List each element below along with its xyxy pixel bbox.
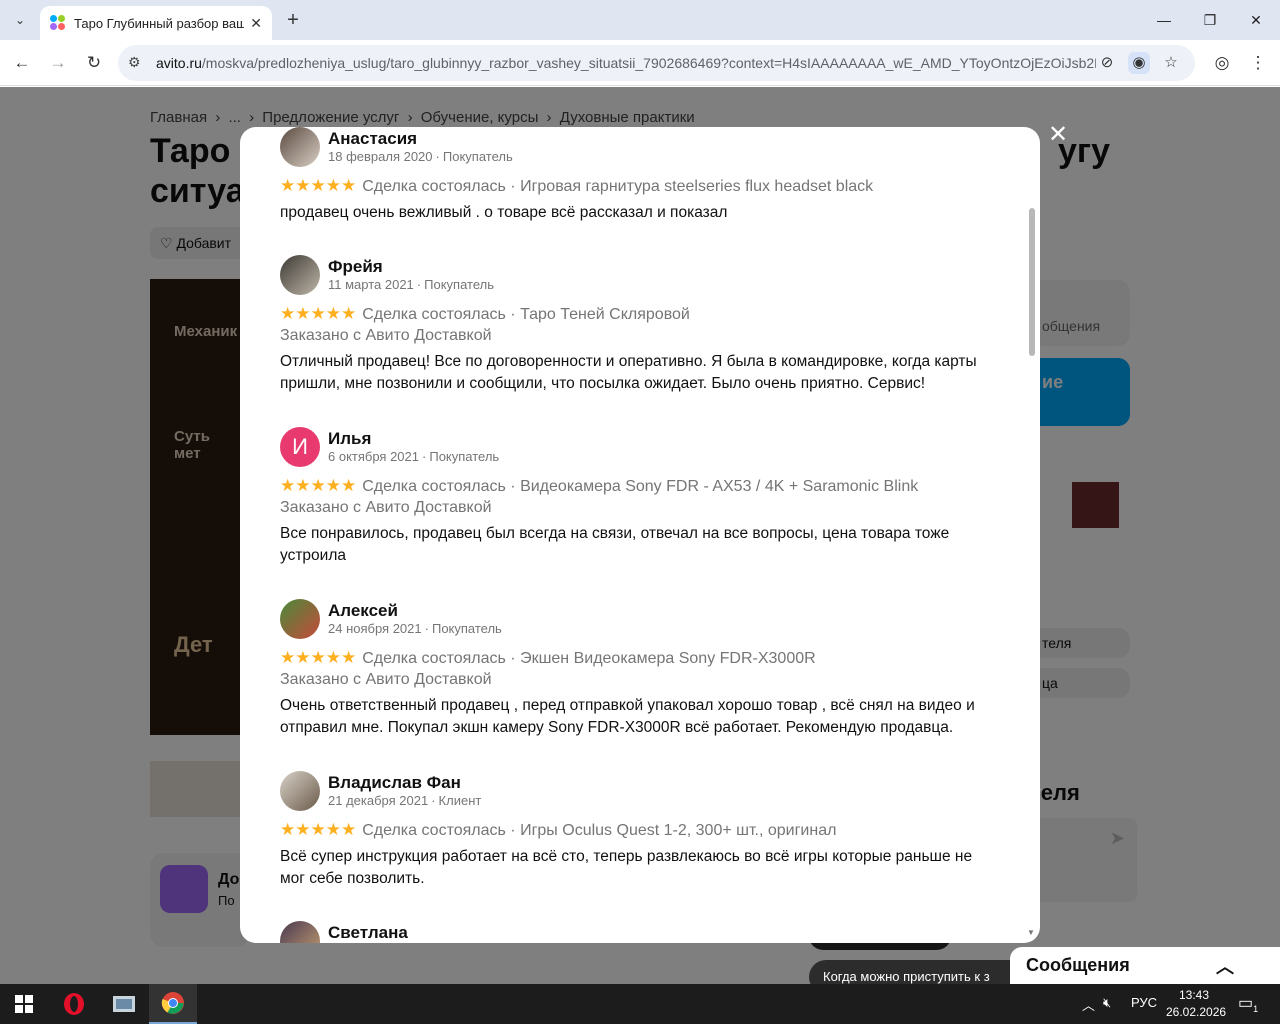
lens-icon[interactable]: ◉: [1128, 52, 1150, 74]
back-icon[interactable]: ←: [10, 51, 34, 75]
avatar[interactable]: [280, 599, 320, 639]
reviewer-name[interactable]: Алексей: [328, 601, 398, 621]
tab-search-chevron-icon[interactable]: ⌄: [8, 8, 32, 32]
file-explorer-icon[interactable]: [100, 984, 148, 1024]
rating-stars-icon: ★★★★★: [280, 820, 357, 839]
reviewer-name[interactable]: Фрейя: [328, 257, 383, 277]
tab-strip: ⌄ Таро Глубинный разбор ваше ✕ + — ❐ ✕: [0, 0, 1280, 40]
review-text: Все понравилось, продавец был всегда на …: [280, 525, 950, 564]
rating-stars-icon: ★★★★★: [280, 176, 357, 195]
review-meta: 18 февраля 2020 · Покупатель: [328, 149, 513, 164]
avatar[interactable]: [280, 255, 320, 295]
review-text: Отличный продавец! Все по договоренности…: [280, 353, 977, 392]
restore-icon[interactable]: ❐: [1192, 8, 1228, 32]
review-meta: 24 ноября 2021 · Покупатель: [328, 621, 502, 636]
review-rating: ★★★★★ Сделка состоялась · Экшен Видеокаме…: [280, 648, 816, 667]
review-text: Всё супер инструкция работает на всё сто…: [280, 848, 973, 887]
review-text: продавец очень вежливый . о товаре всё р…: [280, 204, 728, 221]
browser-toolbar: ← → ↻ ⚙ avito.ru/moskva/predlozheniya_us…: [0, 40, 1280, 86]
forward-icon[interactable]: →: [46, 51, 70, 75]
scrollbar-thumb[interactable]: [1029, 208, 1035, 356]
reviewer-name[interactable]: Анастасия: [328, 129, 417, 149]
review-item: Светлана: [280, 921, 1000, 943]
address-bar[interactable]: ⚙ avito.ru/moskva/predlozheniya_uslug/ta…: [118, 45, 1195, 81]
review-meta: 21 декабря 2021 · Клиент: [328, 793, 482, 808]
reviews-modal: Анастасия 18 февраля 2020 · Покупатель ★★★…: [240, 127, 1040, 943]
chrome-icon[interactable]: [149, 984, 197, 1024]
menu-dots-icon[interactable]: ⋮: [1246, 51, 1270, 75]
review-meta: 11 марта 2021 · Покупатель: [328, 277, 494, 292]
delivery-label: Заказано с Авито Доставкой: [280, 327, 492, 344]
start-windows-icon[interactable]: [0, 984, 48, 1024]
url-text[interactable]: avito.ru/moskva/predlozheniya_uslug/taro…: [156, 55, 1096, 71]
notifications-icon[interactable]: ▭1: [1238, 993, 1258, 1014]
review-rating: ★★★★★ Сделка состоялась · Игровая гарниту…: [280, 176, 874, 195]
delivery-label: Заказано с Авито Доставкой: [280, 499, 492, 516]
scroll-down-icon[interactable]: ▼: [1027, 928, 1035, 937]
volume-muted-icon[interactable]: 🔇︎: [1103, 995, 1111, 1011]
reload-icon[interactable]: ↻: [82, 51, 106, 75]
tray-chevron-icon[interactable]: ︿: [1082, 995, 1095, 1014]
taskbar: ︿ 🔇︎ РУС 13:43 26.02.2026 ▭1: [0, 984, 1280, 1024]
language-indicator[interactable]: РУС: [1131, 995, 1157, 1010]
avito-favicon-icon: [50, 15, 66, 31]
rating-stars-icon: ★★★★★: [280, 304, 357, 323]
review-rating: ★★★★★ Сделка состоялась · Таро Теней Скля…: [280, 304, 690, 323]
rating-stars-icon: ★★★★★: [280, 648, 357, 667]
reviewer-name[interactable]: Владислав Фан: [328, 773, 461, 793]
review-item: И Илья 6 октября 2021 · Покупатель ★★★★★ Сд…: [280, 427, 1000, 577]
tab-close-icon[interactable]: ✕: [250, 15, 262, 32]
eye-off-icon[interactable]: ⊘: [1096, 52, 1118, 74]
reviewer-name[interactable]: Илья: [328, 429, 371, 449]
windows-activation-watermark: Активация W Чтобы активиро раздел "Парам…: [925, 786, 1041, 850]
review-item: Фрейя 11 марта 2021 · Покупатель ★★★★★ Сдел…: [280, 255, 1000, 405]
reviewer-name[interactable]: Светлана: [328, 923, 408, 943]
messages-panel[interactable]: Сообщения ︿: [1010, 947, 1280, 984]
close-window-icon[interactable]: ✕: [1238, 8, 1274, 32]
avatar[interactable]: [280, 921, 320, 943]
clock[interactable]: 13:43 26.02.2026: [1166, 987, 1226, 1021]
bookmark-star-icon[interactable]: ☆: [1160, 52, 1182, 74]
tab-title: Таро Глубинный разбор ваше: [74, 15, 245, 31]
rating-stars-icon: ★★★★★: [280, 476, 357, 495]
close-modal-icon[interactable]: ✕: [1046, 123, 1070, 148]
browser-tab[interactable]: Таро Глубинный разбор ваше ✕: [40, 6, 272, 40]
avatar[interactable]: [280, 771, 320, 811]
minimize-icon[interactable]: —: [1146, 8, 1182, 32]
delivery-label: Заказано с Авито Доставкой: [280, 671, 492, 688]
opera-icon[interactable]: [50, 984, 98, 1024]
site-info-icon[interactable]: ⚙: [128, 54, 141, 71]
review-rating: ★★★★★ Сделка состоялась · Игры Oculus Que…: [280, 820, 837, 839]
review-meta: 6 октября 2021 · Покупатель: [328, 449, 500, 464]
review-text: Очень ответственный продавец , перед отп…: [280, 697, 975, 736]
review-item: Владислав Фан 21 декабря 2021 · Клиент ★★★…: [280, 771, 1000, 901]
avatar[interactable]: [280, 127, 320, 167]
chevron-up-icon[interactable]: ︿: [1216, 953, 1234, 979]
review-item: Алексей 24 ноября 2021 · Покупатель ★★★★★ С…: [280, 599, 1000, 749]
profile-icon[interactable]: ◎: [1210, 51, 1234, 75]
avatar[interactable]: И: [280, 427, 320, 467]
quick-question-chip[interactable]: Когда можно приступить к з: [809, 960, 1029, 984]
review-item: Анастасия 18 февраля 2020 · Покупатель ★★★…: [280, 127, 1000, 237]
review-rating: ★★★★★ Сделка состоялась · Видеокамера Son…: [280, 476, 919, 495]
new-tab-icon[interactable]: +: [282, 8, 304, 32]
